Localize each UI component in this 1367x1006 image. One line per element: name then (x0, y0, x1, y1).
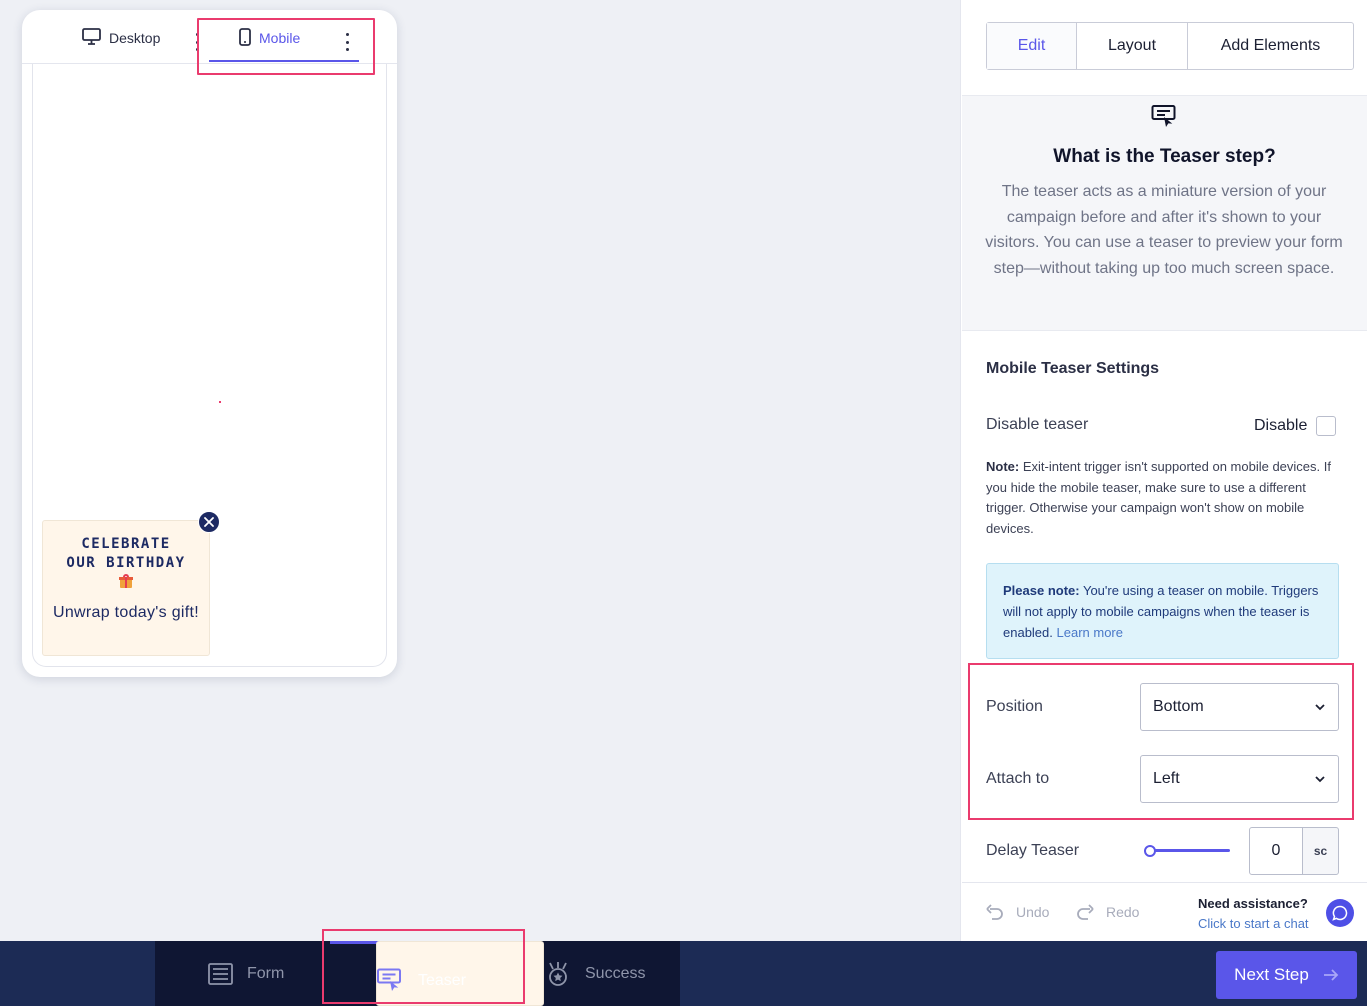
disable-teaser-toggle[interactable]: Disable (1254, 416, 1337, 436)
tab-desktop[interactable]: Desktop (82, 24, 160, 52)
step-success-label: Success (585, 964, 646, 982)
delay-slider[interactable] (1144, 843, 1230, 859)
learn-more-link[interactable]: Learn more (1057, 625, 1123, 640)
next-step-label: Next Step (1234, 965, 1309, 984)
undo-icon (986, 904, 1003, 920)
teaser-alert: Please note: You're using a teaser on mo… (986, 563, 1339, 659)
attach-to-value: Left (1153, 770, 1180, 787)
step-success[interactable]: Success (545, 941, 645, 1006)
teaser-subtitle: Unwrap today's gift! (52, 604, 199, 621)
step-teaser-label: Teaser (418, 971, 467, 989)
settings-panel: Edit Layout Add Elements What is the Tea… (960, 0, 1367, 941)
tab-add-elements[interactable]: Add Elements (1188, 23, 1353, 69)
cursor-dot (219, 401, 221, 403)
preview-canvas: Desktop Mobile CELEBRATE OUR BIRTHDAY Un… (0, 0, 960, 941)
undo-button[interactable]: Undo (986, 904, 1049, 920)
start-chat-link[interactable]: Click to start a chat (1198, 914, 1309, 934)
position-value: Bottom (1153, 698, 1204, 715)
gift-icon (119, 574, 133, 588)
position-label: Position (986, 698, 1043, 715)
teaser-step-icon (377, 968, 401, 991)
chat-button[interactable] (1326, 899, 1354, 927)
close-icon (204, 517, 214, 527)
tab-mobile-label: Mobile (259, 30, 301, 46)
position-select[interactable]: Bottom (1140, 683, 1339, 731)
teaser-title-line1: CELEBRATE (81, 536, 171, 552)
redo-button[interactable]: Redo (1076, 904, 1139, 920)
undo-label: Undo (1016, 904, 1050, 920)
chevron-down-icon (1315, 776, 1325, 783)
assist-title: Need assistance? (1198, 896, 1308, 911)
next-step-button[interactable]: Next Step (1216, 951, 1357, 999)
note-text: Exit-intent trigger isn't supported on m… (986, 459, 1331, 537)
teaser-card[interactable]: CELEBRATE OUR BIRTHDAY Unwrap today's gi… (42, 520, 210, 656)
step-form-label: Form (247, 964, 285, 982)
note-prefix: Note: (986, 459, 1020, 474)
success-icon (549, 961, 567, 986)
teaser-title-line2: OUR BIRTHDAY (66, 555, 186, 571)
step-form[interactable]: Form (208, 941, 284, 1006)
delay-input[interactable]: 0 (1249, 827, 1303, 875)
mobile-note: Note: Exit-intent trigger isn't supporte… (986, 457, 1346, 540)
tab-layout[interactable]: Layout (1077, 23, 1188, 69)
redo-icon (1077, 904, 1094, 920)
disable-teaser-label: Disable teaser (986, 416, 1089, 433)
alert-prefix: Please note: (1003, 583, 1080, 598)
tab-edit[interactable]: Edit (987, 23, 1077, 69)
disable-checkbox-label: Disable (1254, 417, 1308, 434)
teaser-info-box: What is the Teaser step? The teaser acts… (962, 95, 1367, 331)
chat-icon (1332, 905, 1348, 921)
arrow-right-icon (1323, 969, 1339, 981)
form-icon (208, 962, 233, 985)
attach-to-label: Attach to (986, 770, 1050, 787)
teaser-close-button[interactable] (198, 511, 220, 533)
redo-label: Redo (1106, 904, 1140, 920)
info-body: The teaser acts as a miniature version o… (985, 183, 1343, 277)
desktop-icon (82, 28, 101, 48)
slider-track (1148, 849, 1230, 852)
step-teaser[interactable]: Teaser (376, 941, 544, 1006)
tab-mobile[interactable]: Mobile (239, 24, 300, 52)
device-tabs: Desktop Mobile (22, 10, 397, 64)
mobile-phone-icon (239, 27, 251, 49)
panel-footer: Undo Redo Need assistance? Click to star… (962, 882, 1367, 941)
mobile-more-icon[interactable] (343, 33, 351, 51)
tab-desktop-label: Desktop (109, 30, 161, 46)
delay-unit: sc (1302, 827, 1339, 875)
delay-teaser-label: Delay Teaser (986, 842, 1080, 859)
chevron-down-icon (1315, 704, 1325, 711)
info-title: What is the Teaser step? (1053, 146, 1276, 167)
mobile-preview-device: Desktop Mobile CELEBRATE OUR BIRTHDAY Un… (22, 10, 397, 677)
attach-to-select[interactable]: Left (1140, 755, 1339, 803)
step-tabs: Form Teaser Success (155, 941, 680, 1006)
assistance-block: Need assistance? Click to start a chat (1198, 894, 1309, 934)
slider-handle[interactable] (1144, 845, 1156, 857)
section-title: Mobile Teaser Settings (986, 360, 1160, 377)
active-tab-underline (209, 60, 359, 62)
bottom-navigation-bar: Form Teaser Success (0, 941, 1367, 1006)
teaser-icon (1151, 104, 1177, 135)
desktop-more-icon[interactable] (193, 33, 201, 51)
disable-checkbox[interactable] (1316, 416, 1337, 436)
panel-tabs: Edit Layout Add Elements (986, 22, 1354, 70)
